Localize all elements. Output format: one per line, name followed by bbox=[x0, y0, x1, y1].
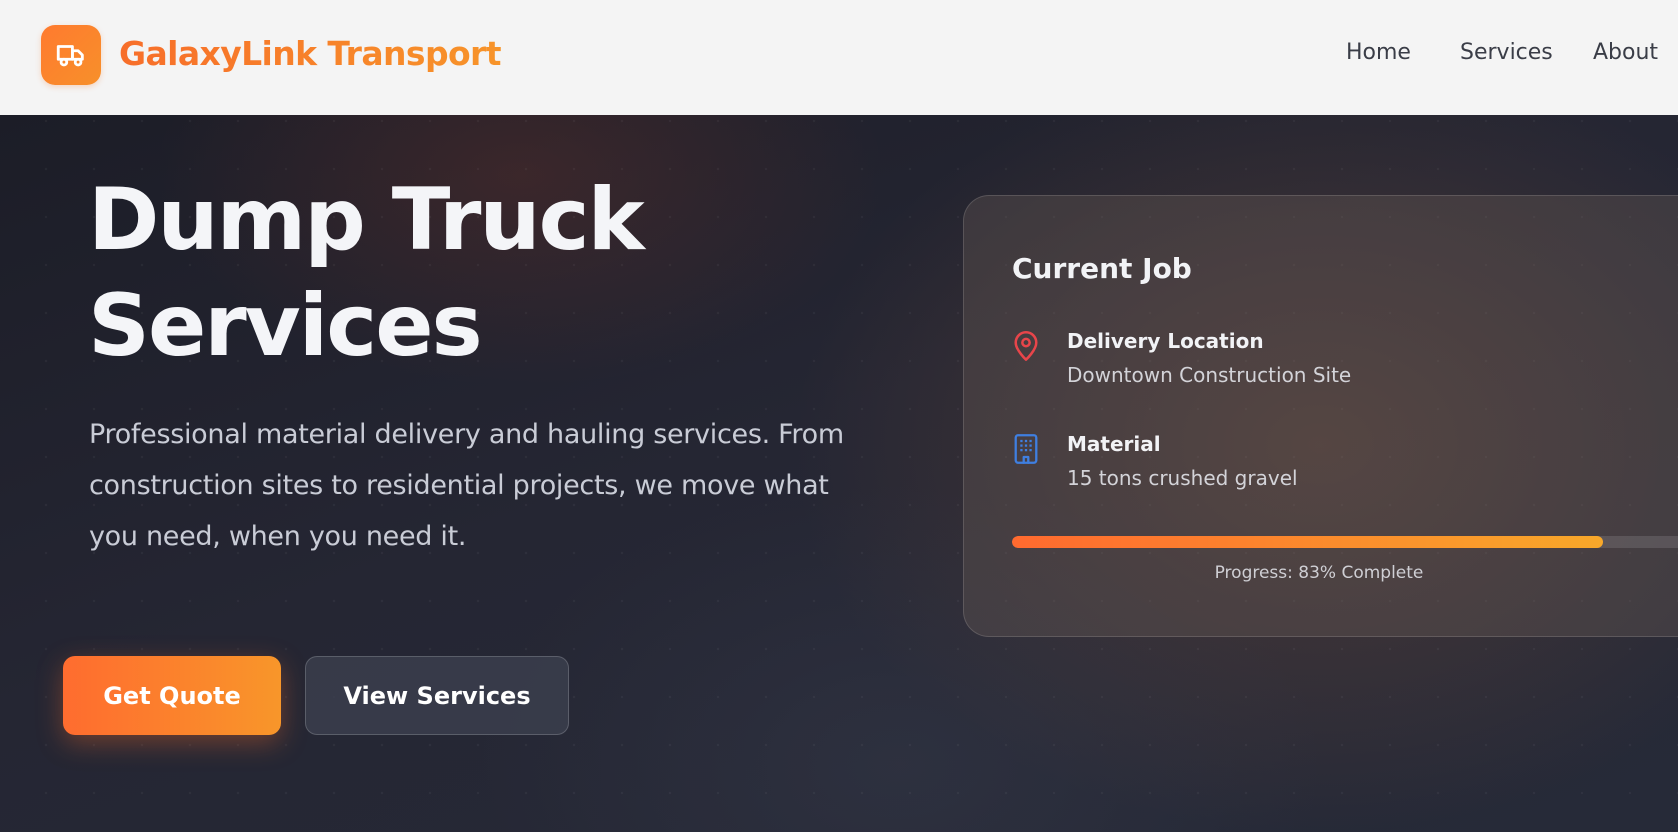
progress-bar-fill bbox=[1012, 536, 1603, 548]
hero-description: Professional material delivery and hauli… bbox=[89, 419, 844, 552]
hero-title-line-2: Services bbox=[88, 276, 483, 376]
brand-name[interactable]: GalaxyLink Transport bbox=[119, 34, 502, 73]
delivery-location-label: Delivery Location bbox=[1067, 329, 1264, 353]
delivery-location-value: Downtown Construction Site bbox=[1067, 363, 1352, 387]
material-label: Material bbox=[1067, 432, 1161, 456]
nav-link-services[interactable]: Services bbox=[1460, 40, 1553, 65]
view-services-button[interactable]: View Services bbox=[305, 656, 569, 735]
hero-section: Dump Truck Services Professional materia… bbox=[0, 115, 1678, 832]
nav-link-home[interactable]: Home bbox=[1346, 40, 1411, 65]
map-pin-icon bbox=[1014, 331, 1038, 361]
progress-text: Progress: 83% Complete bbox=[1214, 563, 1424, 583]
hero-title: Dump Truck Services bbox=[88, 167, 808, 379]
nav-link-about[interactable]: About bbox=[1593, 40, 1658, 65]
job-card-title: Current Job bbox=[1012, 252, 1192, 285]
logo-badge[interactable] bbox=[41, 25, 101, 85]
current-job-card: Current Job Delivery Location Downtown C… bbox=[963, 195, 1678, 637]
building-icon bbox=[1014, 434, 1038, 464]
progress-bar bbox=[1012, 536, 1678, 548]
get-quote-button[interactable]: Get Quote bbox=[63, 656, 281, 735]
truck-icon bbox=[56, 45, 84, 67]
site-header: GalaxyLink Transport Home Services About bbox=[0, 0, 1678, 115]
hero-title-line-1: Dump Truck bbox=[88, 170, 645, 270]
material-value: 15 tons crushed gravel bbox=[1067, 466, 1298, 490]
